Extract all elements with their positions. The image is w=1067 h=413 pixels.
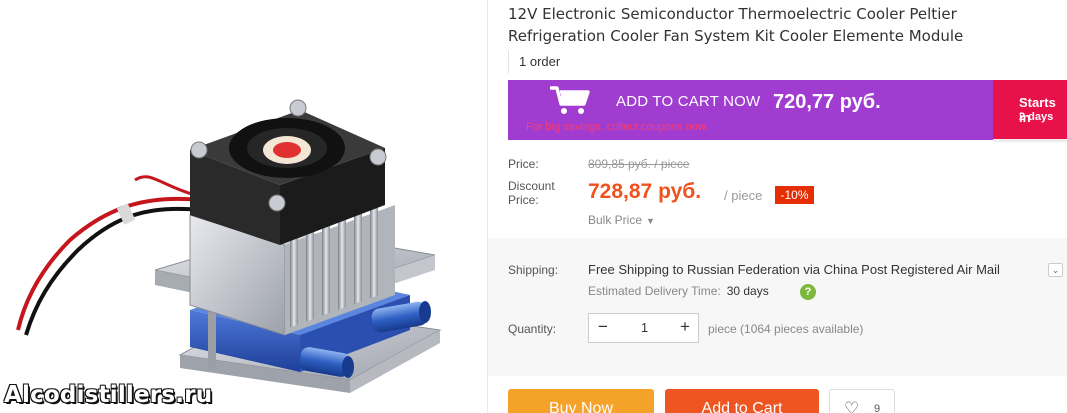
add-to-cart-now-label: ADD TO CART NOW	[616, 93, 761, 110]
watermark-text: Alcodistillers.ru	[4, 382, 213, 408]
buy-now-button[interactable]: Buy Now	[508, 389, 654, 413]
promo-countdown: Starts in 2 days	[993, 80, 1067, 140]
caret-down-icon: ▼	[646, 216, 655, 226]
price-label: Price:	[508, 157, 539, 171]
discount-price: 728,87 руб.	[588, 180, 702, 203]
discount-badge: -10%	[775, 186, 814, 204]
per-piece-unit: / piece	[724, 188, 763, 203]
bulk-price-toggle[interactable]: Bulk Price ▼	[588, 213, 655, 227]
pieces-available: piece (1064 pieces available)	[708, 322, 864, 336]
original-price: 809,85 руб. / piece	[588, 157, 690, 171]
product-image[interactable]: Alcodistillers.ru	[0, 0, 487, 413]
add-to-cart-button[interactable]: Add to Cart	[665, 389, 819, 413]
estimated-delivery: Estimated Delivery Time: 30 days	[588, 284, 769, 298]
promo-strip	[993, 139, 1067, 142]
coupon-note: For big savings, collect coupons now.	[526, 121, 709, 133]
quantity-stepper: − 1 +	[588, 313, 699, 343]
promo-starts-days: 2 days	[1019, 111, 1054, 123]
help-icon[interactable]: ?	[800, 284, 816, 300]
wishlist-count: 9	[874, 403, 881, 413]
heart-icon: ♡	[844, 399, 860, 413]
order-count-row: 1 order	[508, 51, 1063, 73]
estimated-delivery-value: 30 days	[726, 284, 769, 298]
peltier-cooler-illustration	[16, 99, 442, 393]
cart-icon	[550, 86, 590, 114]
coupon-price: 720,77 руб.	[773, 91, 881, 113]
discount-label-line2: Price:	[508, 193, 539, 207]
product-title: 12V Electronic Semiconductor Thermoelect…	[508, 5, 964, 45]
estimated-delivery-label: Estimated Delivery Time:	[588, 284, 721, 298]
order-count: 1 order	[519, 54, 561, 69]
quantity-input[interactable]: 1	[617, 314, 672, 342]
decrease-quantity-button[interactable]: −	[589, 314, 617, 342]
shipping-quantity-section: Shipping: Free Shipping to Russian Feder…	[488, 238, 1067, 376]
increase-quantity-button[interactable]: +	[672, 314, 698, 342]
quantity-label: Quantity:	[508, 322, 557, 336]
bulk-price-label: Bulk Price	[588, 213, 643, 227]
add-to-cart-now-banner[interactable]: ADD TO CART NOW 720,77 руб. For big savi…	[508, 80, 993, 140]
chevron-down-icon[interactable]: ⌄	[1048, 263, 1063, 277]
shipping-destination: to Russian Federation via China Post Reg…	[672, 262, 1000, 277]
discount-label-line1: Discount	[508, 179, 555, 193]
free-shipping-text: Free Shipping	[588, 262, 669, 277]
shipping-method[interactable]: Free Shipping to Russian Federation via …	[588, 262, 1000, 277]
wishlist-button[interactable]: ♡ 9	[829, 389, 895, 413]
shipping-label: Shipping:	[508, 263, 559, 277]
